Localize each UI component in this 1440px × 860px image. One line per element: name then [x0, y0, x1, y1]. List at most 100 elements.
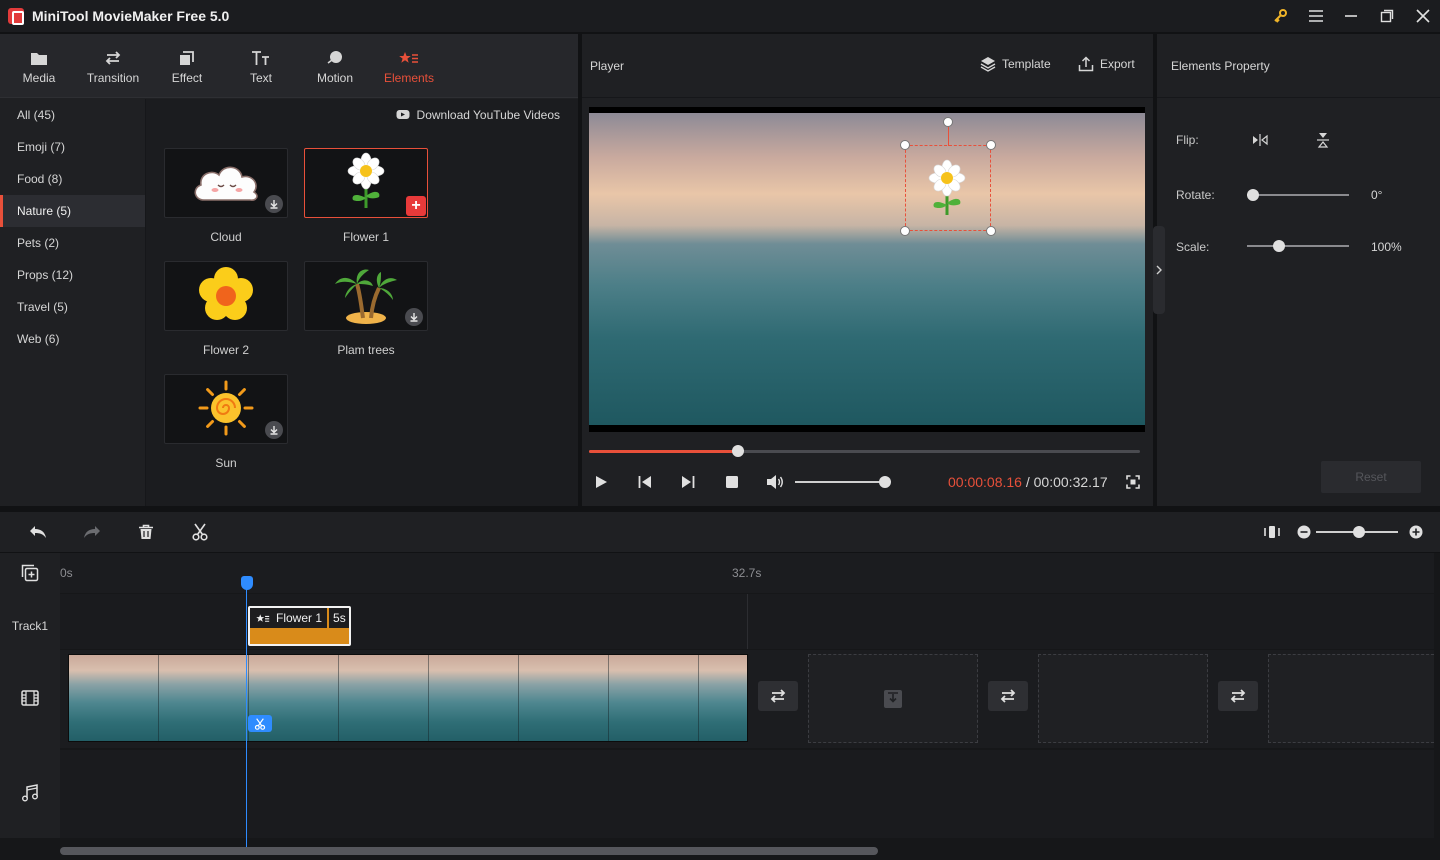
transition-slot[interactable]: [988, 681, 1028, 711]
redo-button[interactable]: [80, 520, 104, 544]
library-panel: Media Transition Effect Text Motion Elem…: [0, 34, 578, 506]
play-button[interactable]: [589, 470, 613, 494]
export-button[interactable]: Export: [1078, 56, 1135, 72]
video-preview[interactable]: [589, 107, 1145, 432]
add-track-button[interactable]: [18, 561, 42, 585]
seek-progress: [589, 450, 738, 453]
skip-forward-icon: [681, 475, 695, 489]
timecode: 00:00:08.16 / 00:00:32.17: [948, 474, 1108, 490]
template-button[interactable]: Template: [980, 56, 1051, 72]
fit-timeline-button[interactable]: [1260, 520, 1284, 544]
element-thumb[interactable]: [164, 374, 288, 444]
stop-button[interactable]: [720, 470, 744, 494]
zoom-in-button[interactable]: [1404, 520, 1428, 544]
category-nature[interactable]: Nature (5): [0, 195, 145, 227]
maximize-icon[interactable]: [1369, 0, 1405, 32]
collapse-panel-handle[interactable]: [1153, 226, 1165, 314]
element-cloud[interactable]: Cloud: [164, 148, 288, 244]
category-props[interactable]: Props (12): [0, 259, 145, 291]
empty-clip-slot[interactable]: [1038, 654, 1208, 743]
transition-slot[interactable]: [1218, 681, 1258, 711]
download-icon[interactable]: [265, 195, 283, 213]
rotate-slider[interactable]: [1247, 189, 1349, 201]
volume-button[interactable]: [763, 470, 787, 494]
resize-handle[interactable]: [986, 226, 996, 236]
timeline-zoom-slider[interactable]: [1316, 526, 1398, 538]
time-ruler[interactable]: 0s 32.7s: [60, 553, 1434, 593]
tab-elements[interactable]: Elements: [372, 34, 446, 98]
timeline-zoom-knob[interactable]: [1352, 526, 1365, 538]
frame-divider: [428, 655, 429, 741]
category-food[interactable]: Food (8): [0, 163, 145, 195]
transition-slot[interactable]: [758, 681, 798, 711]
tab-label: Transition: [86, 71, 140, 85]
element-plam-trees[interactable]: Plam trees: [304, 261, 428, 357]
element-thumb[interactable]: [164, 148, 288, 218]
add-to-timeline-icon[interactable]: +: [406, 196, 426, 216]
volume-slider[interactable]: [795, 476, 892, 488]
category-emoji[interactable]: Emoji (7): [0, 131, 145, 163]
tab-label: Text: [249, 71, 272, 85]
empty-clip-slot[interactable]: [808, 654, 978, 743]
playhead[interactable]: [246, 582, 247, 850]
seek-knob[interactable]: [731, 445, 744, 457]
category-all[interactable]: All (45): [0, 99, 145, 131]
element-thumb[interactable]: [304, 261, 428, 331]
resize-handle[interactable]: [900, 226, 910, 236]
element-sun[interactable]: Sun: [164, 374, 288, 470]
element-flower-1[interactable]: + Flower 1: [304, 148, 428, 244]
category-pets[interactable]: Pets (2): [0, 227, 145, 259]
category-web[interactable]: Web (6): [0, 323, 145, 355]
element-thumb[interactable]: [164, 261, 288, 331]
split-button[interactable]: [188, 520, 212, 544]
volume-knob[interactable]: [879, 476, 892, 488]
element-clip[interactable]: Flower 1 5s: [248, 606, 351, 646]
scale-knob[interactable]: [1272, 240, 1285, 252]
previous-frame-button[interactable]: [633, 470, 657, 494]
app-logo-icon: [8, 8, 24, 25]
download-icon[interactable]: [265, 421, 283, 439]
tab-media[interactable]: Media: [2, 34, 76, 98]
rotate-label: Rotate:: [1176, 188, 1215, 202]
resize-handle[interactable]: [986, 140, 996, 150]
empty-clip-slot[interactable]: [1268, 654, 1434, 743]
resize-handle[interactable]: [900, 140, 910, 150]
key-icon[interactable]: [1262, 0, 1298, 32]
tab-motion[interactable]: Motion: [298, 34, 372, 98]
player-header: Player Template Export: [582, 34, 1153, 98]
rotate-handle[interactable]: [943, 117, 953, 127]
rotate-knob[interactable]: [1247, 189, 1259, 201]
ruler-start-label: 0s: [60, 566, 73, 580]
horizontal-scrollbar[interactable]: [60, 847, 878, 855]
element-label: Sun: [215, 456, 237, 470]
zoom-out-button[interactable]: [1292, 520, 1316, 544]
tab-transition[interactable]: Transition: [76, 34, 150, 98]
download-youtube-link[interactable]: Download YouTube Videos: [146, 99, 578, 131]
close-icon[interactable]: [1405, 0, 1440, 32]
layers-icon: [980, 56, 996, 72]
sun-icon: [198, 380, 254, 439]
element-flower-2[interactable]: Flower 2: [164, 261, 288, 357]
delete-button[interactable]: [134, 520, 158, 544]
tab-text[interactable]: Text: [224, 34, 298, 98]
split-marker[interactable]: [248, 715, 272, 732]
scale-slider[interactable]: [1247, 240, 1349, 252]
flip-horizontal-button[interactable]: [1251, 131, 1269, 149]
video-clip[interactable]: [68, 654, 748, 742]
minimize-icon[interactable]: [1333, 0, 1369, 32]
seek-bar[interactable]: [589, 445, 1140, 457]
reset-button[interactable]: Reset: [1321, 461, 1421, 493]
import-icon: [883, 689, 903, 709]
element-label: Flower 1: [342, 230, 389, 244]
playhead-handle[interactable]: [241, 576, 253, 590]
tab-effect[interactable]: Effect: [150, 34, 224, 98]
download-icon[interactable]: [405, 308, 423, 326]
flip-vertical-button[interactable]: [1314, 131, 1332, 149]
undo-button[interactable]: [26, 520, 50, 544]
menu-icon[interactable]: [1298, 0, 1334, 32]
category-travel[interactable]: Travel (5): [0, 291, 145, 323]
element-selection-box[interactable]: [900, 117, 996, 236]
element-thumb[interactable]: +: [304, 148, 428, 218]
next-frame-button[interactable]: [676, 470, 700, 494]
fullscreen-button[interactable]: [1121, 470, 1145, 494]
